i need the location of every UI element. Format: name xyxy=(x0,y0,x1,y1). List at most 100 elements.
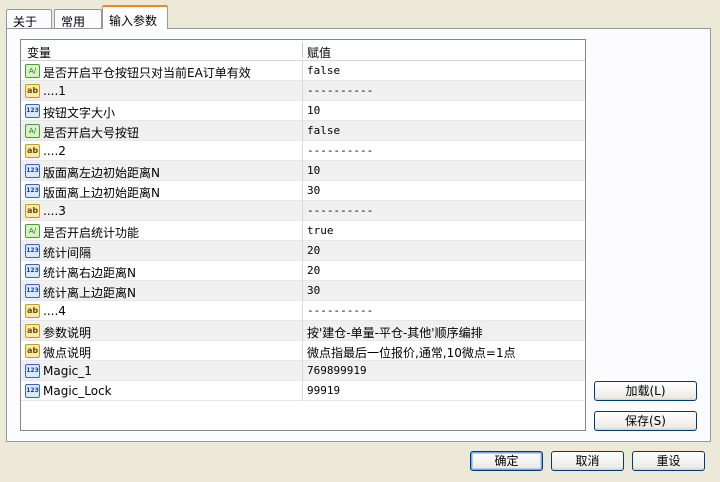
string-type-icon: ab xyxy=(25,144,40,158)
string-type-icon: ab xyxy=(25,84,40,98)
cell-divider xyxy=(302,381,303,401)
number-type-icon: 123 xyxy=(25,384,40,398)
param-row[interactable]: 123 统计离上边距离N 30 xyxy=(21,281,585,301)
param-name: ....2 xyxy=(43,144,66,158)
param-name: 是否开启统计功能 xyxy=(43,226,140,240)
cancel-button[interactable]: 取消 xyxy=(551,451,624,471)
param-value[interactable]: ---------- xyxy=(307,144,373,157)
bool-type-icon: A/ xyxy=(25,64,40,78)
param-value[interactable]: 30 xyxy=(307,184,320,197)
params-rows: A/是否开启平仓按钮只对当前EA订单有效 false ab ....1 --------… xyxy=(21,61,585,401)
load-button[interactable]: 加载(L) xyxy=(594,381,697,401)
number-type-icon: 123 xyxy=(25,184,40,198)
number-type-icon: 123 xyxy=(25,104,40,118)
cell-divider xyxy=(302,241,303,261)
cell-divider xyxy=(302,141,303,161)
cell-divider xyxy=(302,341,303,361)
cell-divider xyxy=(302,101,303,121)
param-value[interactable]: 按'建仓-单量-平仓-其他'顺序编排 xyxy=(307,324,483,341)
param-row[interactable]: 123 Magic_1 769899919 xyxy=(21,361,585,381)
number-type-icon: 123 xyxy=(25,364,40,378)
param-row[interactable]: A/是否开启平仓按钮只对当前EA订单有效 false xyxy=(21,61,585,81)
cell-divider xyxy=(302,61,303,81)
bool-type-icon: A/ xyxy=(25,224,40,238)
param-name: ....3 xyxy=(43,204,66,218)
param-value[interactable]: 10 xyxy=(307,104,320,117)
param-name: 统计间隔 xyxy=(43,246,92,260)
tab-about[interactable]: 关于 xyxy=(6,9,52,29)
param-row[interactable]: ab ....3 ---------- xyxy=(21,201,585,221)
param-row[interactable]: 123 版面离左边初始距离N 10 xyxy=(21,161,585,181)
param-row[interactable]: 123 统计离右边距离N 20 xyxy=(21,261,585,281)
param-name: Magic_Lock xyxy=(43,384,112,398)
param-name: ....1 xyxy=(43,84,66,98)
param-name: 是否开启平仓按钮只对当前EA订单有效 xyxy=(43,66,251,80)
grid-header: 变量 赋值 xyxy=(21,40,585,61)
cell-divider xyxy=(302,181,303,201)
cell-divider xyxy=(302,161,303,181)
param-row[interactable]: ab 参数说明 按'建仓-单量-平仓-其他'顺序编排 xyxy=(21,321,585,341)
param-name: 是否开启大号按钮 xyxy=(43,126,140,140)
param-value[interactable]: false xyxy=(307,124,340,137)
param-row[interactable]: ab 微点说明 微点指最后一位报价,通常,10微点=1点 xyxy=(21,341,585,361)
number-type-icon: 123 xyxy=(25,264,40,278)
param-value[interactable]: false xyxy=(307,64,340,77)
reset-button[interactable]: 重设 xyxy=(632,451,705,471)
param-name: 按钮文字大小 xyxy=(43,106,116,120)
param-name: 统计离右边距离N xyxy=(43,266,136,280)
column-header-value[interactable]: 赋值 xyxy=(307,44,331,61)
string-type-icon: ab xyxy=(25,304,40,318)
param-name: 参数说明 xyxy=(43,326,92,340)
number-type-icon: 123 xyxy=(25,244,40,258)
param-value[interactable]: true xyxy=(307,224,334,237)
ok-button[interactable]: 确定 xyxy=(470,451,543,471)
tab-common[interactable]: 常用 xyxy=(54,9,102,29)
number-type-icon: 123 xyxy=(25,284,40,298)
cell-divider xyxy=(302,201,303,221)
string-type-icon: ab xyxy=(25,204,40,218)
param-value[interactable]: 20 xyxy=(307,264,320,277)
param-name: Magic_1 xyxy=(43,364,92,378)
param-value[interactable]: ---------- xyxy=(307,304,373,317)
string-type-icon: ab xyxy=(25,324,40,338)
param-row[interactable]: A/是否开启统计功能 true xyxy=(21,221,585,241)
cell-divider xyxy=(302,361,303,381)
cell-divider xyxy=(302,261,303,281)
param-row[interactable]: A/是否开启大号按钮 false xyxy=(21,121,585,141)
param-value[interactable]: 30 xyxy=(307,284,320,297)
param-name: 版面离左边初始距离N xyxy=(43,166,160,180)
param-row[interactable]: ab ....2 ---------- xyxy=(21,141,585,161)
param-row[interactable]: ab ....4 ---------- xyxy=(21,301,585,321)
cell-divider xyxy=(302,301,303,321)
param-name: 版面离上边初始距离N xyxy=(43,186,160,200)
column-separator[interactable] xyxy=(302,42,303,58)
params-grid: 变量 赋值 A/是否开启平仓按钮只对当前EA订单有效 false ab ....1 --… xyxy=(20,39,586,431)
param-value[interactable]: 20 xyxy=(307,244,320,257)
number-type-icon: 123 xyxy=(25,164,40,178)
bool-type-icon: A/ xyxy=(25,124,40,138)
cell-divider xyxy=(302,221,303,241)
param-row[interactable]: 123 统计间隔 20 xyxy=(21,241,585,261)
cell-divider xyxy=(302,81,303,101)
cell-divider xyxy=(302,321,303,341)
save-button[interactable]: 保存(S) xyxy=(594,411,697,431)
param-row[interactable]: 123 Magic_Lock 99919 xyxy=(21,381,585,401)
param-row[interactable]: 123 版面离上边初始距离N 30 xyxy=(21,181,585,201)
param-value[interactable]: 微点指最后一位报价,通常,10微点=1点 xyxy=(307,344,516,361)
param-value[interactable]: 10 xyxy=(307,164,320,177)
param-value[interactable]: 99919 xyxy=(307,384,340,397)
param-name: 微点说明 xyxy=(43,346,92,360)
tab-input-params[interactable]: 输入参数 xyxy=(102,5,168,29)
param-name: 统计离上边距离N xyxy=(43,286,136,300)
input-params-panel: 变量 赋值 A/是否开启平仓按钮只对当前EA订单有效 false ab ....1 --… xyxy=(6,28,711,442)
cell-divider xyxy=(302,281,303,301)
param-value[interactable]: ---------- xyxy=(307,84,373,97)
param-value[interactable]: ---------- xyxy=(307,204,373,217)
string-type-icon: ab xyxy=(25,344,40,358)
cell-divider xyxy=(302,121,303,141)
param-name: ....4 xyxy=(43,304,66,318)
param-row[interactable]: ab ....1 ---------- xyxy=(21,81,585,101)
param-value[interactable]: 769899919 xyxy=(307,364,367,377)
column-header-variable[interactable]: 变量 xyxy=(27,44,51,61)
param-row[interactable]: 123 按钮文字大小 10 xyxy=(21,101,585,121)
